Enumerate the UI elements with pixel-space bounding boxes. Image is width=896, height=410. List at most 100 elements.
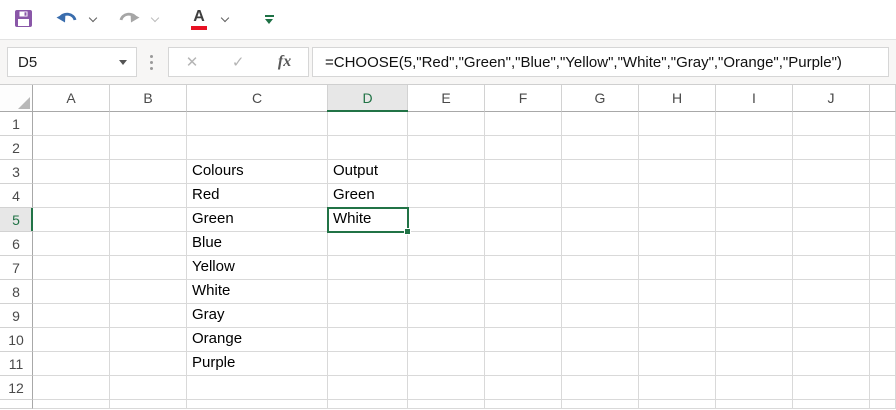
cell-E6[interactable] [408,232,485,256]
redo-button[interactable] [116,5,142,35]
cell-J2[interactable] [793,136,870,160]
cell-A4[interactable] [33,184,110,208]
column-header-H[interactable]: H [639,85,716,112]
cell-F9[interactable] [485,304,562,328]
cell-H3[interactable] [639,160,716,184]
cell-partial[interactable] [870,160,896,184]
cell-G4[interactable] [562,184,639,208]
cell-C5[interactable]: Green [187,208,328,232]
cell-H13[interactable] [639,400,716,409]
row-header-5[interactable]: 5 [0,208,33,232]
cell-J10[interactable] [793,328,870,352]
row-header-2[interactable]: 2 [0,136,33,160]
cell-I2[interactable] [716,136,793,160]
cell-E5[interactable] [408,208,485,232]
cell-H10[interactable] [639,328,716,352]
cell-E2[interactable] [408,136,485,160]
cell-B11[interactable] [110,352,187,376]
cell-I13[interactable] [716,400,793,409]
cell-partial[interactable] [870,400,896,409]
cell-E1[interactable] [408,112,485,136]
cell-F13[interactable] [485,400,562,409]
cell-F2[interactable] [485,136,562,160]
formula-bar-grip[interactable] [150,55,153,70]
cell-H12[interactable] [639,376,716,400]
cell-F7[interactable] [485,256,562,280]
cell-B3[interactable] [110,160,187,184]
cell-D6[interactable] [328,232,408,256]
cell-B9[interactable] [110,304,187,328]
cell-D10[interactable] [328,328,408,352]
row-header-7[interactable]: 7 [0,256,33,280]
select-all-button[interactable] [0,85,33,112]
cell-D7[interactable] [328,256,408,280]
cell-C8[interactable]: White [187,280,328,304]
cell-D5[interactable]: White [328,208,408,232]
column-header-J[interactable]: J [793,85,870,112]
customize-quick-access-toolbar-button[interactable] [256,5,282,35]
cell-B10[interactable] [110,328,187,352]
cancel-button[interactable]: ✕ [186,53,199,71]
cell-C1[interactable] [187,112,328,136]
insert-function-button[interactable]: fx [278,53,291,71]
cell-G5[interactable] [562,208,639,232]
cell-H7[interactable] [639,256,716,280]
row-header-9[interactable]: 9 [0,304,33,328]
column-header-B[interactable]: B [110,85,187,112]
cell-G6[interactable] [562,232,639,256]
cell-H1[interactable] [639,112,716,136]
cell-I5[interactable] [716,208,793,232]
cell-partial[interactable] [870,184,896,208]
cell-D3[interactable]: Output [328,160,408,184]
row-header-6[interactable]: 6 [0,232,33,256]
cell-I7[interactable] [716,256,793,280]
cell-J8[interactable] [793,280,870,304]
cell-H2[interactable] [639,136,716,160]
row-header-13[interactable] [0,400,33,409]
cell-E9[interactable] [408,304,485,328]
cell-partial[interactable] [870,376,896,400]
cell-C7[interactable]: Yellow [187,256,328,280]
cell-B2[interactable] [110,136,187,160]
cell-E10[interactable] [408,328,485,352]
cell-G11[interactable] [562,352,639,376]
cell-A5[interactable] [33,208,110,232]
cell-J4[interactable] [793,184,870,208]
cell-E8[interactable] [408,280,485,304]
cell-I10[interactable] [716,328,793,352]
cell-F3[interactable] [485,160,562,184]
cell-partial[interactable] [870,280,896,304]
cell-A1[interactable] [33,112,110,136]
cell-partial[interactable] [870,208,896,232]
row-header-4[interactable]: 4 [0,184,33,208]
cell-B6[interactable] [110,232,187,256]
cell-H8[interactable] [639,280,716,304]
cell-J11[interactable] [793,352,870,376]
cell-A12[interactable] [33,376,110,400]
cell-A3[interactable] [33,160,110,184]
cell-I8[interactable] [716,280,793,304]
cell-J6[interactable] [793,232,870,256]
font-color-button[interactable]: A [186,5,212,35]
cell-B7[interactable] [110,256,187,280]
cell-J12[interactable] [793,376,870,400]
column-header-partial[interactable] [870,85,896,112]
cell-I4[interactable] [716,184,793,208]
cell-D11[interactable] [328,352,408,376]
cell-A7[interactable] [33,256,110,280]
cell-G1[interactable] [562,112,639,136]
cell-I6[interactable] [716,232,793,256]
cell-B1[interactable] [110,112,187,136]
cell-I1[interactable] [716,112,793,136]
cell-partial[interactable] [870,304,896,328]
cell-A6[interactable] [33,232,110,256]
cell-J13[interactable] [793,400,870,409]
cell-F4[interactable] [485,184,562,208]
cell-A11[interactable] [33,352,110,376]
cell-partial[interactable] [870,328,896,352]
row-header-3[interactable]: 3 [0,160,33,184]
cell-H5[interactable] [639,208,716,232]
cell-F1[interactable] [485,112,562,136]
column-header-F[interactable]: F [485,85,562,112]
cell-E11[interactable] [408,352,485,376]
